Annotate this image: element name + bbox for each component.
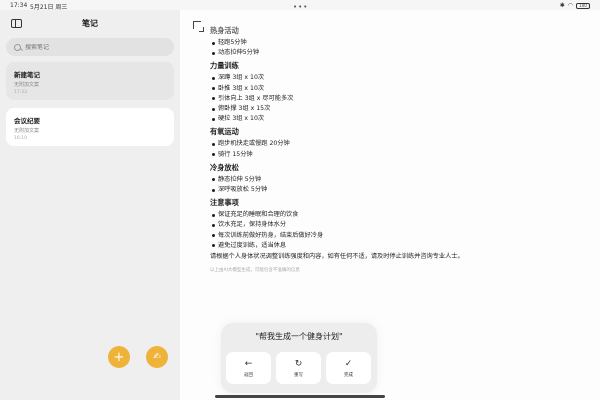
status-time: 17:34 bbox=[10, 2, 28, 9]
section-heading: 注意事项 bbox=[210, 198, 239, 208]
ai-action-bar: ← 返回 ↻ 重写 ✓ 完成 bbox=[226, 352, 371, 384]
page-title: 笔记 bbox=[82, 19, 98, 28]
list-item: 卧推 3组 x 10次 bbox=[210, 84, 580, 94]
note-body[interactable]: 热身活动 轻跑5分钟 动态拉伸5分钟 力量训练 深蹲 3组 x 10次 卧推 3… bbox=[210, 26, 580, 273]
search-icon bbox=[14, 43, 21, 51]
back-button[interactable]: ← 返回 bbox=[226, 352, 271, 384]
list-item: 深蹲 3组 x 10次 bbox=[210, 73, 580, 83]
refresh-icon: ↻ bbox=[294, 358, 303, 369]
section-heading: 冷身放松 bbox=[210, 162, 239, 172]
status-icons: ✱ ◠ 100 bbox=[560, 2, 590, 9]
rewrite-button-label: 重写 bbox=[294, 372, 303, 378]
expand-icon[interactable] bbox=[193, 21, 204, 32]
list-item: 跑步机快走或慢跑 20分钟 bbox=[210, 139, 580, 149]
ai-write-button[interactable]: ✍ bbox=[146, 346, 168, 368]
list-item: 饮水充足，保持身体水分 bbox=[210, 220, 580, 230]
section-heading: 力量训练 bbox=[210, 61, 239, 71]
wifi-icon: ◠ bbox=[567, 2, 573, 9]
list-item: 避免过度训练，适当休息 bbox=[210, 241, 580, 251]
section-heading: 热身活动 bbox=[210, 26, 239, 35]
note-title: 新建笔记 bbox=[14, 71, 40, 79]
list-item: 骑行 15分钟 bbox=[210, 150, 580, 160]
checkmark-icon: ✓ bbox=[344, 358, 353, 369]
back-arrow-icon: ← bbox=[244, 358, 253, 369]
note-time: 17:33 bbox=[14, 90, 27, 95]
ai-disclaimer: 以上由AI大模型生成，可能包含不准确的信息 bbox=[210, 268, 300, 274]
rewrite-button[interactable]: ↻ 重写 bbox=[276, 352, 321, 384]
note-subtitle: 无附加文案 bbox=[14, 128, 40, 134]
ai-prompt-text: "帮我生成一个健身计划" bbox=[255, 332, 343, 341]
search-bar[interactable] bbox=[6, 38, 174, 56]
note-time: 16:10 bbox=[14, 136, 27, 141]
signal-icon: ✱ bbox=[559, 2, 565, 9]
back-button-label: 返回 bbox=[244, 372, 253, 378]
list-item: 引体向上 3组 x 尽可能多次 bbox=[210, 94, 580, 104]
note-title: 会议纪要 bbox=[14, 117, 40, 125]
list-item[interactable]: 新建笔记 无附加文案 17:33 bbox=[6, 62, 174, 100]
done-button[interactable]: ✓ 完成 bbox=[326, 352, 371, 384]
ai-generate-panel: "帮我生成一个健身计划" ← 返回 ↻ 重写 ✓ 完成 bbox=[221, 323, 377, 393]
list-item: 动态拉伸5分钟 bbox=[210, 48, 580, 58]
list-item: 硬拉 3组 x 10次 bbox=[210, 114, 580, 124]
battery-icon: 100 bbox=[576, 2, 590, 9]
list-item: 静态拉伸 5分钟 bbox=[210, 175, 580, 185]
closing-paragraph: 请根据个人身体状况调整训练强度和内容，如有任何不适，请及时停止训练并咨询专业人士… bbox=[210, 253, 464, 261]
list-item: 俯卧撑 3组 x 15次 bbox=[210, 104, 580, 114]
list-item[interactable]: 会议纪要 无附加文案 16:10 bbox=[6, 108, 174, 146]
list-item: 每次训练前做好热身，结束后做好冷身 bbox=[210, 231, 580, 241]
done-button-label: 完成 bbox=[344, 372, 353, 378]
list-item: 保证充足的睡眠和合理的饮食 bbox=[210, 210, 580, 220]
list-item: 轻跑5分钟 bbox=[210, 38, 580, 48]
note-subtitle: 无附加文案 bbox=[14, 82, 40, 88]
list-item: 深呼吸放松 5分钟 bbox=[210, 185, 580, 195]
search-input[interactable] bbox=[25, 43, 165, 51]
notes-list-pane: 笔记 新建笔记 无附加文案 17:33 会议纪要 无附加文案 16:10 bbox=[0, 10, 180, 400]
home-indicator[interactable] bbox=[215, 395, 385, 398]
add-note-button[interactable]: + bbox=[108, 346, 130, 368]
section-heading: 有氧运动 bbox=[210, 127, 239, 137]
